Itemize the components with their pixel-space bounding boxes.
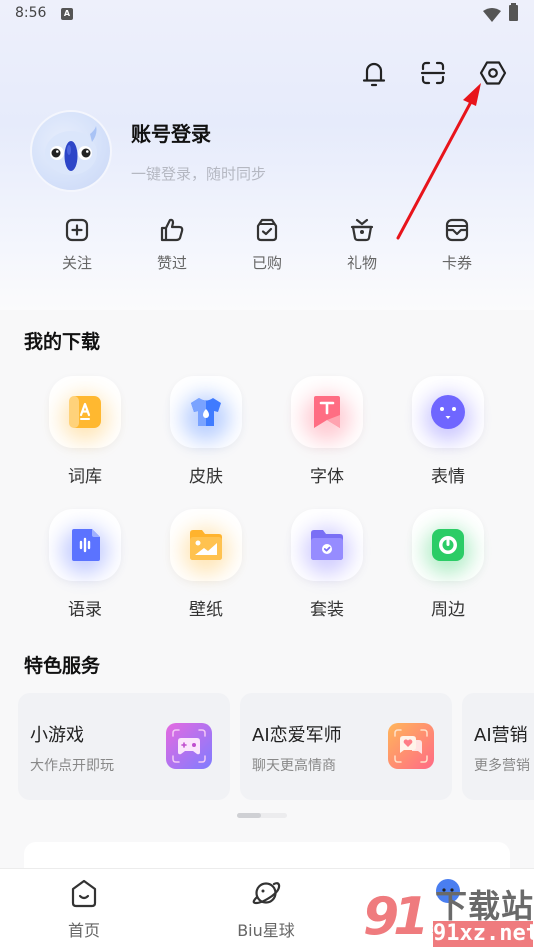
skin-shirt-icon xyxy=(191,398,221,426)
download-item-skin[interactable]: 皮肤 xyxy=(156,376,256,487)
scan-icon xyxy=(420,61,446,85)
download-item-label: 词库 xyxy=(68,467,102,487)
download-item-label: 周边 xyxy=(431,600,465,620)
service-card-ai-marketing[interactable]: AI营销 更多营销 xyxy=(462,693,534,800)
download-item-merch[interactable]: 周边 xyxy=(398,509,498,620)
nav-label: 首页 xyxy=(67,921,100,940)
download-item-label: 语录 xyxy=(68,600,102,620)
quick-action-label: 赞过 xyxy=(156,254,187,272)
settings-icon xyxy=(479,61,507,85)
login-subtitle: 一键登录，随时同步 xyxy=(131,165,267,183)
quick-action-label: 已购 xyxy=(251,254,282,272)
planet-icon xyxy=(252,882,281,905)
service-subtitle: 更多营销 xyxy=(474,758,530,774)
merch-icon xyxy=(432,529,464,561)
watermark: 91 下载站 91xz.net xyxy=(355,875,534,950)
scan-button[interactable] xyxy=(418,58,448,88)
add-square-icon xyxy=(65,218,89,242)
lexicon-icon xyxy=(69,396,101,428)
notifications-button[interactable] xyxy=(359,58,389,88)
download-item-label: 字体 xyxy=(310,467,344,487)
wifi-icon xyxy=(483,8,501,22)
service-card-mini-games[interactable]: 小游戏 大作点开即玩 xyxy=(18,693,230,800)
services-section-title: 特色服务 xyxy=(24,655,101,677)
services-scroll-indicator xyxy=(237,813,287,818)
download-item-wallpaper[interactable]: 壁纸 xyxy=(156,509,256,620)
quick-action-follow[interactable]: 关注 xyxy=(37,212,117,273)
nav-tab-home[interactable]: 首页 xyxy=(29,877,139,941)
service-title: 小游戏 xyxy=(30,725,84,746)
quick-action-label: 关注 xyxy=(61,254,92,272)
mascot-avatar-icon xyxy=(45,126,97,175)
service-subtitle: 聊天更高情商 xyxy=(252,758,336,774)
downloads-section-title: 我的下载 xyxy=(24,331,101,353)
service-card-ai-love-advisor[interactable]: AI恋爱军师 聊天更高情商 xyxy=(240,693,452,800)
status-time: 8:56 xyxy=(15,5,47,21)
download-item-bundle[interactable]: 套装 xyxy=(277,509,377,620)
download-item-label: 表情 xyxy=(431,467,465,487)
service-subtitle: 大作点开即玩 xyxy=(30,758,114,774)
quick-actions: 关注 赞过 已购 礼物 卡券 xyxy=(0,212,534,282)
download-item-label: 套装 xyxy=(310,600,344,620)
nav-tab-biu-planet[interactable]: Biu星球 xyxy=(211,877,321,941)
thumbs-up-icon xyxy=(160,218,184,242)
shopping-bag-check-icon xyxy=(256,218,278,242)
watermark-number: 91 xyxy=(363,887,429,947)
service-title: AI营销 xyxy=(474,725,528,746)
quote-voice-icon xyxy=(72,529,100,561)
watermark-domain: 91xz.net xyxy=(433,921,534,947)
bell-icon xyxy=(362,62,386,87)
font-icon xyxy=(314,396,340,428)
service-title: AI恋爱军师 xyxy=(252,725,342,746)
notification-a-icon: A xyxy=(61,8,73,20)
download-item-label: 皮肤 xyxy=(189,467,223,487)
quick-action-liked[interactable]: 赞过 xyxy=(132,212,212,273)
settings-button[interactable] xyxy=(478,58,508,88)
nav-label: Biu星球 xyxy=(237,921,295,940)
wallpaper-icon xyxy=(190,530,222,560)
download-item-quotes[interactable]: 语录 xyxy=(35,509,135,620)
quick-action-label: 礼物 xyxy=(346,254,377,272)
download-item-emoji[interactable]: 表情 xyxy=(398,376,498,487)
home-icon xyxy=(71,879,97,908)
coupon-icon xyxy=(445,218,469,242)
battery-icon xyxy=(509,3,518,21)
quick-action-coupons[interactable]: 卡券 xyxy=(417,212,497,273)
download-item-lexicon[interactable]: 词库 xyxy=(35,376,135,487)
quick-action-label: 卡券 xyxy=(441,254,472,272)
download-item-font[interactable]: 字体 xyxy=(277,376,377,487)
bundle-folder-icon xyxy=(311,530,343,560)
scroll-thumb xyxy=(237,813,261,818)
quick-action-purchased[interactable]: 已购 xyxy=(227,212,307,273)
gamepad-icon xyxy=(166,723,212,769)
login-title[interactable]: 账号登录 xyxy=(131,118,211,147)
emoji-face-icon xyxy=(431,395,465,429)
love-chat-icon xyxy=(388,723,434,769)
avatar[interactable] xyxy=(30,110,112,192)
quick-action-gifts[interactable]: 礼物 xyxy=(322,212,402,273)
status-bar: 8:56 A xyxy=(0,0,534,30)
download-item-label: 壁纸 xyxy=(189,600,223,620)
gift-icon xyxy=(350,218,374,242)
